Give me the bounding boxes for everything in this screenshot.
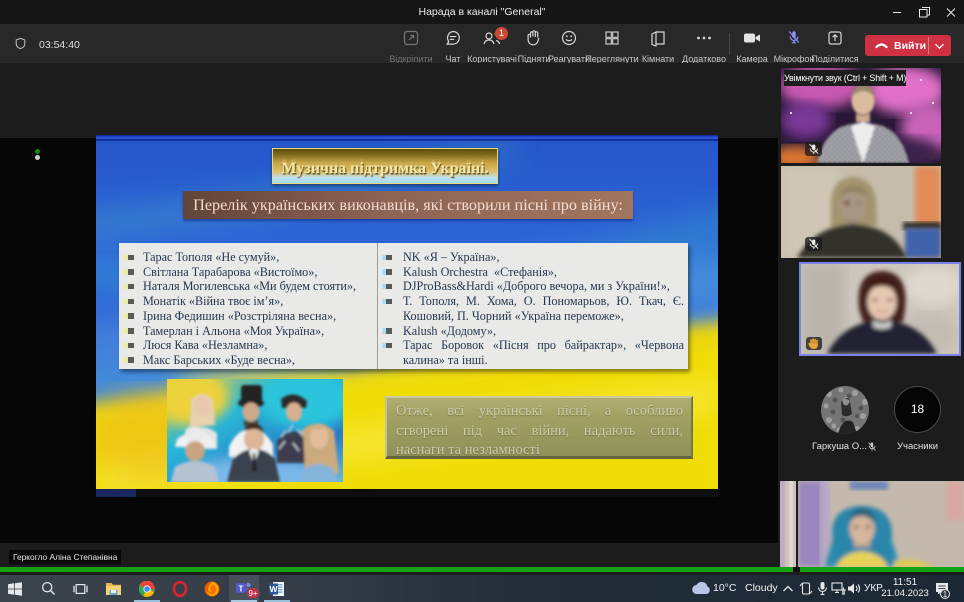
svg-text:T: T — [239, 585, 244, 594]
svg-text:W: W — [269, 584, 278, 594]
